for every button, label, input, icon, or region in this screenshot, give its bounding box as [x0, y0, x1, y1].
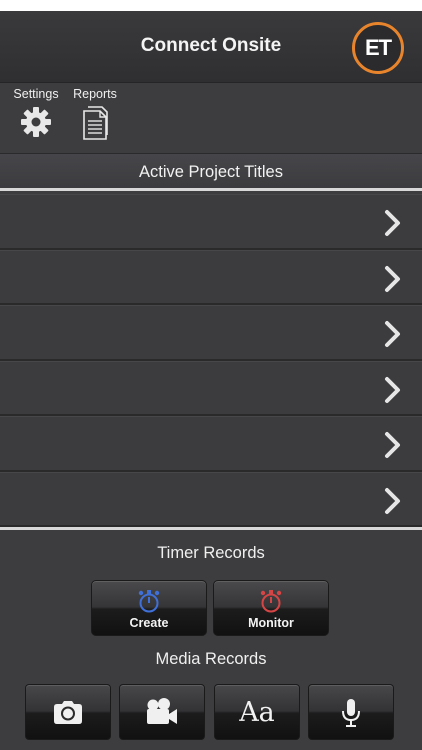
et-logo[interactable]: ET: [352, 22, 404, 74]
project-row[interactable]: [0, 471, 422, 527]
reports-button[interactable]: Reports: [65, 87, 125, 141]
reports-label: Reports: [73, 87, 117, 101]
settings-label: Settings: [13, 87, 59, 101]
active-project-titles-header: Active Project Titles: [0, 153, 422, 191]
project-row[interactable]: [0, 416, 422, 472]
text-icon: Aa: [239, 697, 275, 728]
project-row[interactable]: [0, 360, 422, 416]
records-panel: Timer Records Create Monitor Media Recor…: [0, 527, 422, 750]
toolbar: Settings Reports: [0, 83, 422, 153]
audio-record-button[interactable]: [308, 684, 394, 740]
project-row[interactable]: [0, 249, 422, 305]
chevron-right-icon: [385, 487, 400, 514]
chevron-right-icon: [385, 321, 400, 347]
navigation-bar: Connect Onsite ET: [0, 11, 422, 83]
chevron-right-icon: [385, 376, 400, 403]
app-screen: Connect Onsite ET Settings Reports Activ…: [0, 11, 422, 750]
monitor-label: Monitor: [248, 616, 294, 630]
create-label: Create: [129, 616, 169, 630]
settings-button[interactable]: Settings: [6, 87, 66, 139]
project-row[interactable]: [0, 194, 422, 250]
document-icon: [83, 106, 108, 140]
chevron-right-icon: [385, 265, 400, 292]
project-row[interactable]: [0, 305, 422, 361]
microphone-icon: [342, 699, 360, 727]
project-list: [0, 194, 422, 527]
monitor-timer-button[interactable]: Monitor: [213, 580, 329, 636]
chevron-right-icon: [385, 210, 400, 236]
stopwatch-icon: [138, 590, 160, 613]
camera-icon: [54, 701, 82, 724]
text-record-button[interactable]: Aa: [214, 684, 300, 740]
media-records-title: Media Records: [155, 650, 267, 668]
status-bar: [0, 0, 422, 11]
video-record-button[interactable]: [119, 684, 205, 740]
gear-icon: [21, 107, 51, 137]
stopwatch-icon: [260, 590, 282, 613]
chevron-right-icon: [385, 432, 400, 458]
create-timer-button[interactable]: Create: [91, 580, 207, 636]
timer-records-title: Timer Records: [157, 544, 265, 562]
photo-record-button[interactable]: [25, 684, 111, 740]
video-camera-icon: [147, 698, 177, 724]
